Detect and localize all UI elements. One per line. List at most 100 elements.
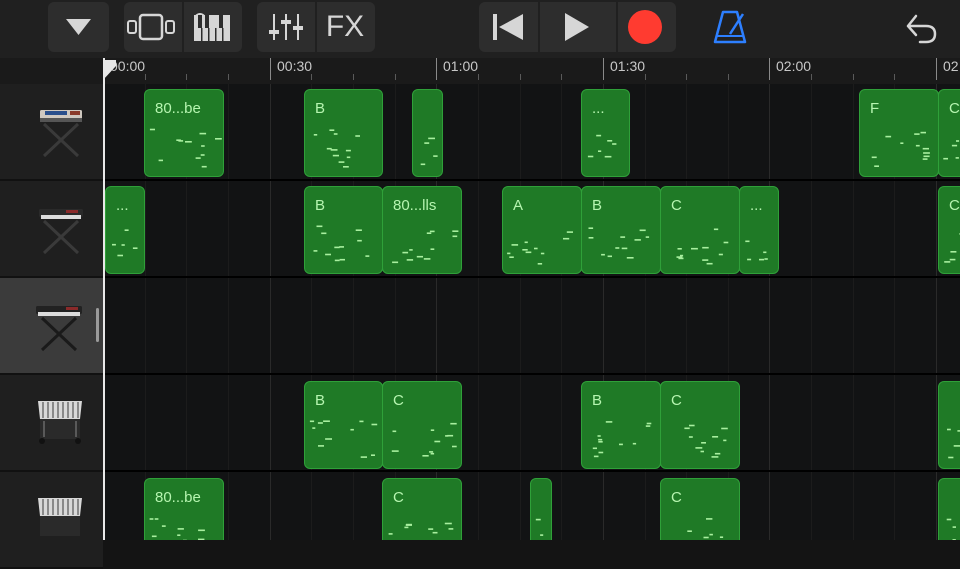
undo-icon[interactable] [900, 2, 944, 52]
rewind-icon[interactable] [479, 2, 538, 52]
midi-region[interactable]: ... [739, 186, 779, 274]
midi-note [695, 447, 702, 449]
midi-note [343, 166, 349, 168]
track-header-keyboard-synth-2[interactable] [0, 181, 103, 278]
playhead[interactable] [103, 58, 105, 540]
midi-note [885, 136, 891, 138]
midi-region[interactable]: B [304, 186, 383, 274]
midi-region[interactable]: B [581, 381, 661, 469]
instrument-keyboard-icon[interactable] [182, 2, 242, 52]
midi-region[interactable]: F [859, 89, 939, 177]
midi-note [593, 448, 597, 450]
mix-fx-group: FX [257, 2, 375, 52]
midi-region[interactable]: C [660, 381, 740, 469]
midi-note [335, 260, 340, 262]
region-label: F [870, 100, 879, 117]
midi-region[interactable]: B [304, 89, 383, 177]
track-headers [0, 84, 103, 540]
midi-region[interactable]: 80...be [144, 478, 224, 540]
midi-note [318, 422, 323, 424]
midi-region[interactable]: C [660, 186, 740, 274]
midi-note [707, 263, 713, 265]
midi-region[interactable]: ... [105, 186, 145, 274]
midi-region[interactable]: C [938, 89, 960, 177]
region-label: C [949, 197, 960, 214]
midi-region[interactable]: C [938, 186, 960, 274]
midi-note [596, 135, 601, 137]
region-label: A [513, 197, 523, 214]
midi-note [201, 145, 205, 147]
midi-region[interactable] [938, 478, 960, 540]
ruler-label: 02 [943, 58, 959, 74]
midi-note [689, 425, 695, 427]
region-notes [413, 90, 442, 176]
region-label: B [592, 392, 602, 409]
playhead-handle-icon[interactable] [102, 60, 118, 82]
midi-region[interactable]: ... [581, 89, 630, 177]
midi-note [923, 152, 930, 154]
midi-note [339, 161, 345, 163]
midi-note [701, 451, 705, 453]
midi-note [329, 129, 334, 131]
midi-note [333, 155, 339, 157]
midi-note [178, 528, 184, 530]
midi-region[interactable]: B [304, 381, 383, 469]
midi-note [512, 244, 519, 246]
midi-note [721, 428, 728, 430]
midi-region[interactable]: 80...lls [382, 186, 462, 274]
metronome-icon[interactable] [705, 2, 755, 52]
track-header-keyboard-synth-1[interactable] [0, 84, 103, 181]
view-dropdown-button[interactable] [48, 2, 109, 52]
midi-region[interactable] [938, 381, 960, 469]
ruler-minor-tick [811, 74, 812, 80]
midi-note [122, 244, 125, 246]
timeline-ruler[interactable]: 00:00 00:30 01:00 01:30 02:00 02 [0, 58, 960, 84]
track-header-vibraphone-2[interactable] [0, 472, 103, 569]
ruler-minor-tick [686, 74, 687, 80]
track-lanes[interactable]: 80...beB...FC...B80...llsABC...CBCBC80..… [103, 84, 960, 540]
mixer-sliders-icon[interactable] [257, 2, 315, 52]
midi-note [507, 253, 510, 255]
midi-note [704, 537, 709, 539]
midi-note [392, 450, 399, 452]
fx-button[interactable]: FX [315, 2, 375, 52]
midi-note [605, 156, 612, 158]
region-label: 80...be [155, 100, 201, 117]
midi-note [622, 248, 628, 250]
midi-region[interactable]: C [382, 381, 462, 469]
midi-note [452, 446, 457, 448]
midi-note [201, 154, 205, 156]
track-header-keyboard-synth-3[interactable] [0, 278, 103, 375]
midi-region[interactable]: B [581, 186, 661, 274]
track-header-vibraphone-1[interactable] [0, 375, 103, 472]
midi-note [646, 425, 651, 427]
play-icon[interactable] [538, 2, 616, 52]
midi-note [540, 534, 543, 536]
midi-region[interactable]: 80...be [144, 89, 224, 177]
midi-note [359, 421, 363, 423]
midi-note [453, 236, 458, 238]
midi-note [407, 259, 413, 261]
midi-note [646, 236, 649, 238]
record-icon[interactable] [616, 2, 676, 52]
midi-note [350, 429, 354, 431]
midi-note [615, 247, 619, 249]
region-notes [939, 479, 960, 540]
midi-note [599, 452, 604, 454]
region-label: B [315, 392, 325, 409]
midi-note [417, 256, 423, 258]
midi-region[interactable] [530, 478, 552, 540]
midi-note [422, 455, 428, 457]
track-view-icon[interactable] [124, 2, 182, 52]
midi-note [715, 453, 720, 455]
midi-region[interactable] [412, 89, 443, 177]
midi-region[interactable]: A [502, 186, 582, 274]
transport-group [479, 2, 676, 52]
track-resize-handle[interactable] [96, 308, 99, 342]
midi-note [178, 140, 183, 142]
midi-region[interactable]: C [382, 478, 462, 540]
midi-region[interactable]: C [660, 478, 740, 540]
keyboard-stand-icon [0, 278, 103, 373]
dropdown-triangle-icon [48, 2, 109, 52]
midi-note [706, 518, 712, 520]
